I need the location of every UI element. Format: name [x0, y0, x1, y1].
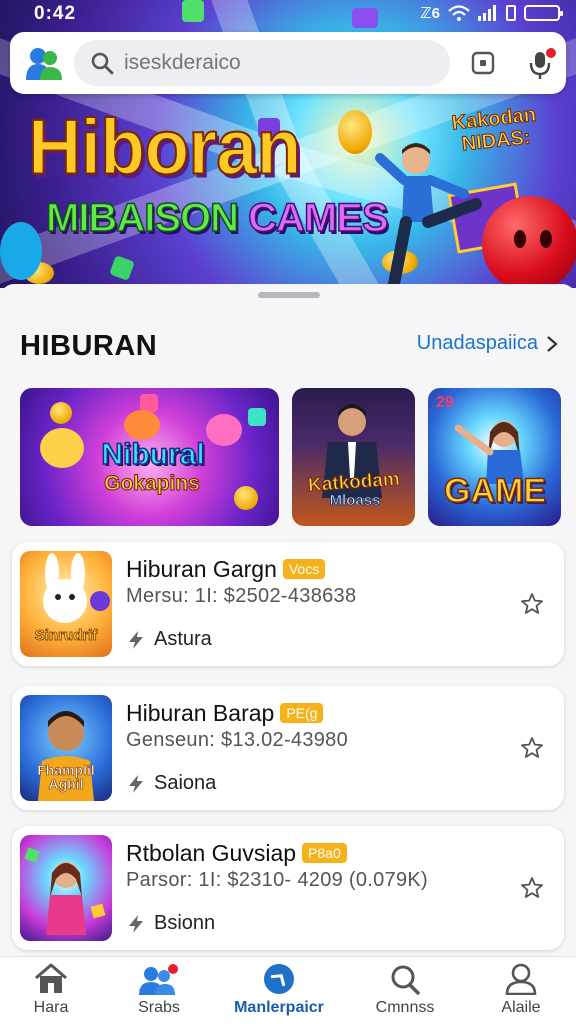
item-thumbnail: Fhamplil Agbil: [20, 695, 112, 801]
coin-decoration: [338, 110, 372, 154]
featured-tile-1-title: Nibural: [101, 437, 206, 472]
status-time: 0:42: [34, 3, 77, 24]
star-icon[interactable]: [520, 876, 544, 900]
search-bar[interactable]: [74, 40, 450, 86]
search-icon: [391, 965, 420, 995]
nav-item-profile[interactable]: Alaile: [466, 963, 576, 1017]
item-meta: Saiona: [126, 772, 216, 795]
bolt-icon: [129, 630, 143, 649]
list-item[interactable]: Sinrudrif Hiburan Gargn Vocs Mersu: 1I: $…: [12, 542, 564, 666]
dancing-man-illustration: [375, 143, 482, 288]
mic-icon[interactable]: [526, 48, 556, 80]
nav-label-search: Cmnnss: [375, 999, 435, 1016]
sim-icon: [506, 5, 516, 21]
girl-illustration: [24, 847, 106, 935]
item-meta: Astura: [126, 628, 212, 651]
item-title-row: Hiburan Gargn Vocs: [126, 556, 326, 583]
item-badge: PE(g: [280, 703, 324, 723]
item-thumbnail: Sinrudrif: [20, 551, 112, 657]
hero-title: Hiboran: [27, 102, 303, 191]
red-ball-decoration: [482, 196, 576, 288]
item-title: Rtbolan Guvsiap: [126, 840, 297, 866]
hero-banner[interactable]: Hiboran MIBAISON CAMES Kakodan NIDAS: 0:…: [0, 0, 576, 288]
battery-icon: [524, 5, 563, 21]
status-bar: 0:42 ℤ6: [0, 0, 576, 28]
see-all-label: Unadaspaiica: [416, 332, 538, 354]
cube-decoration: [109, 255, 135, 281]
nav-label-profile: Alaile: [501, 999, 541, 1016]
bolt-icon: [129, 774, 143, 793]
section-title: HIBURAN: [20, 330, 158, 362]
star-icon[interactable]: [520, 736, 544, 760]
item-title: Hiburan Barap: [126, 700, 275, 726]
item-title-row: Rtbolan Guvsiap P8a0: [126, 840, 347, 867]
hero-subtitle-part1: MIBAISON: [45, 195, 240, 241]
item-badge: Vocs: [282, 559, 326, 579]
hero-subtitle-part2: CAMES: [247, 195, 389, 241]
wifi-icon: [448, 5, 470, 21]
item-thumbnail: [20, 835, 112, 941]
item-meta: Bsionn: [126, 912, 215, 935]
nav-label-explore: Manlerpaicr: [234, 999, 324, 1016]
ball-decoration: [0, 222, 42, 280]
bolt-icon: [129, 914, 143, 933]
character-decoration: [124, 410, 160, 440]
search-icon: [91, 52, 114, 75]
content-sheet: HIBURAN Unadaspaiica Nibural Gokapins Ka…: [0, 284, 576, 956]
item-subtitle: Genseun: $13.02-43980: [126, 729, 349, 751]
list-item[interactable]: Rtbolan Guvsiap P8a0 Parsor: 1I: $2310- 4…: [12, 826, 564, 950]
camera-lens-icon[interactable]: [471, 51, 495, 75]
item-badge: P8a0: [302, 843, 347, 863]
people-icon: [139, 964, 178, 995]
item-thumbnail-text: Fhamplil Agbil: [37, 762, 95, 792]
item-title: Hiburan Gargn: [126, 556, 277, 582]
featured-tile-2-subtitle: Mloass: [329, 492, 381, 510]
featured-tile-1-subtitle: Gokapins: [104, 472, 201, 496]
item-subtitle: Parsor: 1I: $2310- 4209 (0.079K): [126, 869, 429, 891]
item-thumbnail-text: Sinrudrif: [34, 627, 98, 645]
compass-icon: [264, 964, 294, 994]
item-meta-label: Bsionn: [154, 912, 216, 934]
chevron-right-icon: [547, 335, 558, 352]
nav-item-search[interactable]: Cmnnss: [350, 963, 460, 1017]
star-icon[interactable]: [520, 592, 544, 616]
hero-subtitle: MIBAISON CAMES: [45, 195, 389, 241]
featured-tile-3[interactable]: 29 GAME: [428, 388, 561, 526]
nav-item-home[interactable]: Hara: [0, 963, 106, 1017]
bottom-navigation: Hara Srabs Manlerpaicr Cmnnss Alaile: [0, 956, 576, 1024]
featured-tile-3-title: GAME: [443, 471, 547, 511]
see-all-link[interactable]: Unadaspaiica: [417, 332, 558, 355]
drag-handle[interactable]: [258, 292, 320, 298]
item-meta-label: Saiona: [154, 772, 217, 794]
network-indicator: ℤ6: [420, 5, 440, 22]
nav-label-people: Srabs: [138, 999, 180, 1016]
search-input[interactable]: [124, 48, 424, 78]
featured-tile-2[interactable]: Katkodam Mloass: [292, 388, 415, 526]
profile-icon: [505, 963, 537, 995]
nav-label-home: Hara: [33, 999, 69, 1016]
item-subtitle: Mersu: 1I: $2502-438638: [126, 585, 357, 607]
home-icon: [35, 963, 67, 993]
list-item[interactable]: Fhamplil Agbil Hiburan Barap PE(g Genseun…: [12, 686, 564, 810]
nav-item-explore[interactable]: Manlerpaicr: [224, 963, 334, 1017]
nav-item-people[interactable]: Srabs: [104, 963, 214, 1017]
search-card: [10, 32, 566, 94]
featured-tile-1[interactable]: Nibural Gokapins: [20, 388, 279, 526]
item-meta-label: Astura: [154, 628, 212, 650]
item-title-row: Hiburan Barap PE(g: [126, 700, 324, 727]
signal-icon: [478, 5, 496, 21]
account-avatar-icon[interactable]: [26, 46, 62, 80]
